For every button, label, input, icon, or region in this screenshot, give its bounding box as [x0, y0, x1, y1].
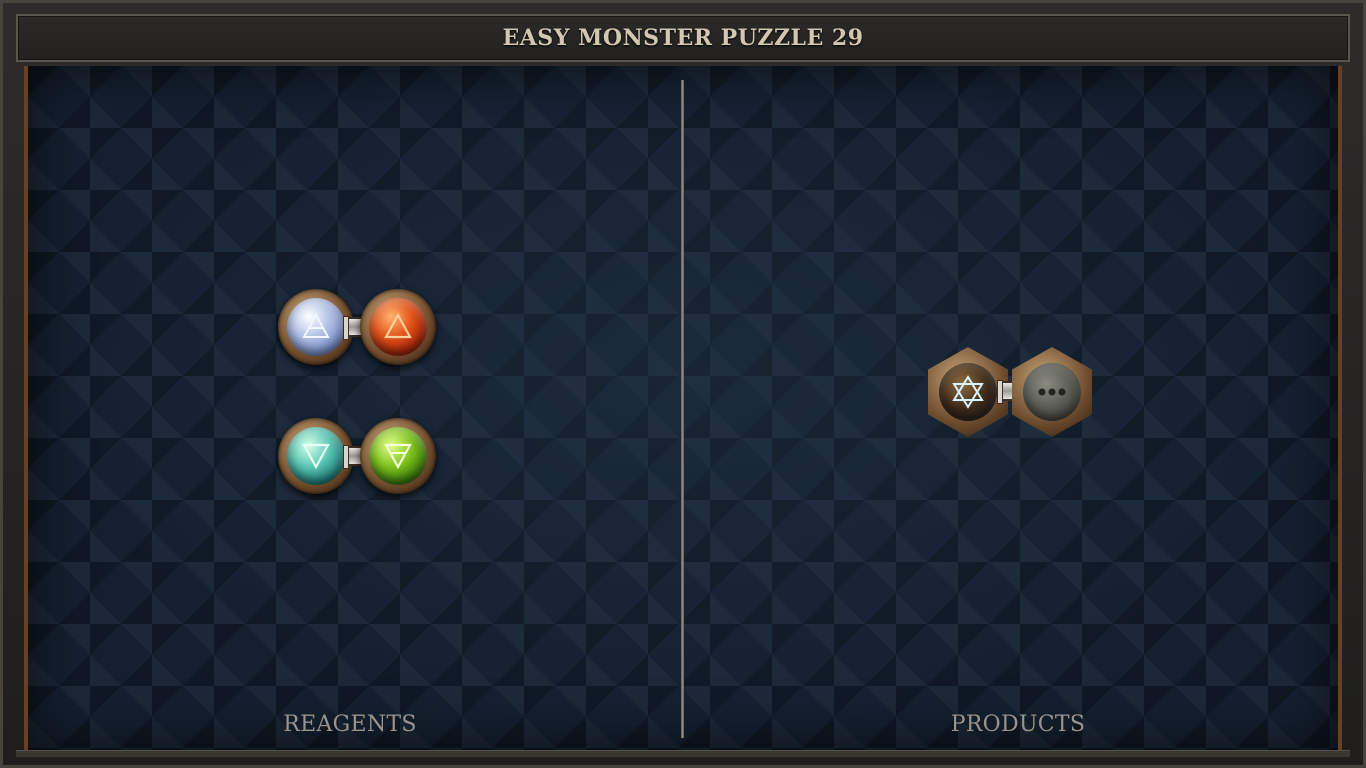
- earth-reagent-orb[interactable]: [360, 418, 436, 494]
- panel-divider: [681, 80, 684, 738]
- fire-reagent-orb[interactable]: [360, 289, 436, 365]
- title-bar: EASY MONSTER PUZZLE 29: [16, 14, 1350, 62]
- ellipsis-icon: [1038, 388, 1066, 396]
- hexagram-icon: [952, 375, 984, 409]
- air-element-icon: [302, 312, 330, 338]
- aether-product-orb[interactable]: [928, 347, 1008, 437]
- reagent-pair-air-fire[interactable]: [278, 289, 438, 369]
- unknown-product-orb[interactable]: [1012, 347, 1092, 437]
- reagents-label: REAGENTS: [283, 712, 417, 737]
- frame-bottom-edge: [16, 750, 1350, 757]
- earth-element-icon: [384, 443, 412, 470]
- water-element-icon: [302, 443, 330, 470]
- products-label: PRODUCTS: [950, 712, 1086, 737]
- reagent-pair-water-earth[interactable]: [278, 418, 438, 498]
- fire-element-icon: [384, 312, 412, 339]
- puzzle-title: EASY MONSTER PUZZLE 29: [502, 25, 864, 51]
- product-pair[interactable]: [928, 347, 1092, 439]
